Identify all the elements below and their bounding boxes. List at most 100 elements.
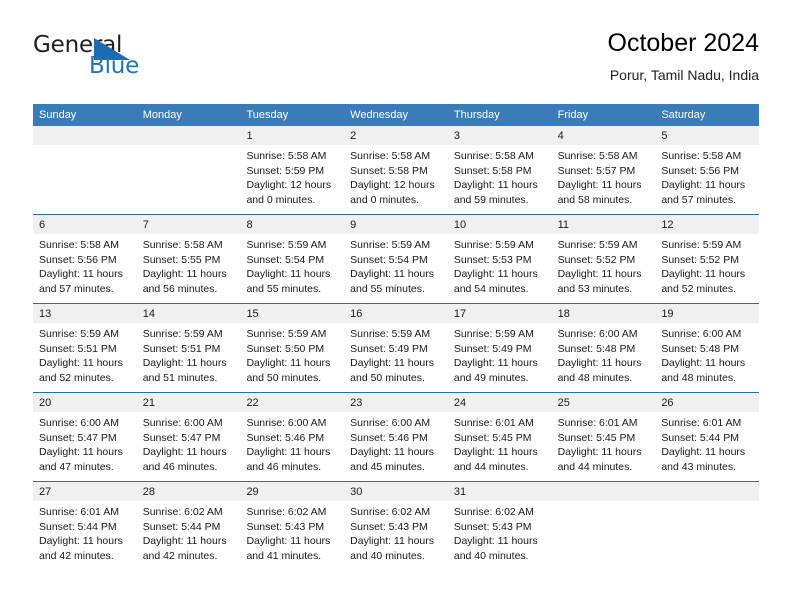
day-cell[interactable]: 6 Sunrise: 5:58 AM Sunset: 5:56 PM Daylight… [33, 215, 137, 303]
day-cell[interactable]: 1 Sunrise: 5:58 AM Sunset: 5:59 PM Daylight… [240, 126, 345, 214]
sunset-text: Sunset: 5:55 PM [142, 253, 221, 266]
day-number: 3 [453, 130, 460, 142]
daylight-1-text: Daylight: 11 hours [350, 446, 435, 459]
daylight-1-text: Daylight: 11 hours [453, 357, 538, 370]
sunrise-text: Sunrise: 6:01 AM [453, 417, 534, 429]
sunrise-text: Sunrise: 5:59 AM [661, 239, 742, 251]
day-cell[interactable]: 10 Sunrise: 5:59 AM Sunset: 5:53 PM Dayligh… [447, 215, 552, 303]
page-title: October 2024 [607, 29, 760, 57]
day-cell[interactable]: 18 Sunrise: 6:00 AM Sunset: 5:48 PM Dayligh… [551, 304, 656, 392]
day-cell[interactable]: 19 Sunrise: 6:00 AM Sunset: 5:48 PM Dayligh… [655, 304, 760, 392]
sunrise-text: Sunrise: 5:59 AM [557, 239, 638, 251]
daylight-2-text: and 50 minutes. [246, 371, 322, 384]
general-blue-logo[interactable]: General Blue [33, 32, 183, 88]
day-cell[interactable]: 2 Sunrise: 5:58 AM Sunset: 5:58 PM Daylight… [344, 126, 448, 214]
day-details: Sunrise: 5:58 AM Sunset: 5:55 PM Daylight:… [137, 234, 241, 296]
day-cell[interactable]: 7 Sunrise: 5:58 AM Sunset: 5:55 PM Daylight… [136, 215, 241, 303]
day-number-band: 13 [33, 304, 137, 323]
sunset-text: Sunset: 5:49 PM [350, 342, 428, 355]
daylight-2-text: and 51 minutes. [142, 371, 218, 384]
daylight-2-text: and 43 minutes. [661, 460, 737, 473]
day-number: 25 [557, 397, 570, 409]
day-cell[interactable]: 23 Sunrise: 6:00 AM Sunset: 5:46 PM Dayligh… [344, 393, 448, 481]
daylight-2-text: and 55 minutes. [246, 282, 322, 295]
daylight-1-text: Daylight: 11 hours [557, 179, 642, 192]
day-details: Sunrise: 5:59 AM Sunset: 5:51 PM Daylight:… [33, 323, 137, 385]
daylight-2-text: and 40 minutes. [453, 549, 529, 562]
day-number-band: 18 [551, 304, 656, 323]
day-number: 24 [453, 397, 467, 409]
daylight-1-text: Daylight: 11 hours [453, 535, 538, 548]
day-details: Sunrise: 6:01 AM Sunset: 5:45 PM Daylight:… [552, 412, 656, 474]
day-cell[interactable]: 28 Sunrise: 6:02 AM Sunset: 5:44 PM Dayligh… [136, 482, 241, 570]
day-number-band: 11 [551, 215, 656, 234]
day-cell[interactable]: 16 Sunrise: 5:59 AM Sunset: 5:49 PM Dayligh… [344, 304, 448, 392]
day-number: 27 [39, 486, 52, 498]
day-cell[interactable]: 12 Sunrise: 5:59 AM Sunset: 5:52 PM Dayligh… [655, 215, 760, 303]
daylight-1-text: Daylight: 11 hours [350, 268, 435, 281]
sunrise-text: Sunrise: 6:00 AM [246, 417, 327, 429]
day-cell[interactable]: 15 Sunrise: 5:59 AM Sunset: 5:50 PM Dayligh… [240, 304, 345, 392]
day-details: Sunrise: 6:00 AM Sunset: 5:48 PM Daylight:… [552, 323, 656, 385]
day-cell[interactable]: 31 Sunrise: 6:02 AM Sunset: 5:43 PM Dayligh… [447, 482, 552, 570]
sunrise-text: Sunrise: 6:01 AM [39, 506, 119, 518]
day-cell[interactable]: 11 Sunrise: 5:59 AM Sunset: 5:52 PM Dayligh… [551, 215, 656, 303]
week-row: 20 Sunrise: 6:00 AM Sunset: 5:47 PM Dayligh… [33, 392, 760, 481]
sunset-text: Sunset: 5:51 PM [39, 342, 117, 355]
day-details: Sunrise: 6:02 AM Sunset: 5:43 PM Daylight:… [240, 501, 344, 563]
day-cell[interactable]: 27 Sunrise: 6:01 AM Sunset: 5:44 PM Dayligh… [33, 482, 137, 570]
page-subtitle: Porur, Tamil Nadu, India [609, 67, 759, 83]
daylight-1-text: Daylight: 11 hours [39, 535, 123, 548]
day-details: Sunrise: 5:59 AM Sunset: 5:51 PM Daylight:… [137, 323, 241, 385]
day-number: 8 [246, 219, 253, 231]
sunrise-text: Sunrise: 5:58 AM [557, 150, 638, 162]
sunset-text: Sunset: 5:44 PM [661, 431, 739, 444]
day-cell[interactable]: 14 Sunrise: 5:59 AM Sunset: 5:51 PM Dayligh… [136, 304, 241, 392]
daylight-2-text: and 46 minutes. [142, 460, 218, 473]
day-number: 14 [142, 308, 155, 320]
day-cell[interactable]: 26 Sunrise: 6:01 AM Sunset: 5:44 PM Dayligh… [655, 393, 760, 481]
day-cell[interactable]: 21 Sunrise: 6:00 AM Sunset: 5:47 PM Dayligh… [136, 393, 241, 481]
daylight-1-text: Daylight: 11 hours [453, 179, 538, 192]
day-number-band: 16 [344, 304, 448, 323]
day-number: 23 [350, 397, 363, 409]
day-cell[interactable]: 5 Sunrise: 5:58 AM Sunset: 5:56 PM Daylight… [655, 126, 760, 214]
day-number: 13 [39, 308, 52, 320]
sunset-text: Sunset: 5:44 PM [39, 520, 117, 533]
day-number: 22 [246, 397, 259, 409]
day-cell[interactable]: 4 Sunrise: 5:58 AM Sunset: 5:57 PM Daylight… [551, 126, 656, 214]
sunrise-text: Sunrise: 5:58 AM [39, 239, 119, 251]
week-row: 6 Sunrise: 5:58 AM Sunset: 5:56 PM Daylight… [33, 214, 760, 303]
sunrise-text: Sunrise: 5:58 AM [453, 150, 534, 162]
day-cell[interactable]: 24 Sunrise: 6:01 AM Sunset: 5:45 PM Dayligh… [447, 393, 552, 481]
day-cell[interactable]: 8 Sunrise: 5:59 AM Sunset: 5:54 PM Daylight… [240, 215, 345, 303]
day-details: Sunrise: 5:59 AM Sunset: 5:49 PM Daylight:… [448, 323, 552, 385]
day-cell[interactable]: 29 Sunrise: 6:02 AM Sunset: 5:43 PM Dayligh… [240, 482, 345, 570]
day-cell[interactable]: 9 Sunrise: 5:59 AM Sunset: 5:54 PM Daylight… [344, 215, 448, 303]
sunrise-text: Sunrise: 6:01 AM [557, 417, 638, 429]
day-cell[interactable]: 25 Sunrise: 6:01 AM Sunset: 5:45 PM Dayligh… [551, 393, 656, 481]
sunrise-text: Sunrise: 6:00 AM [557, 328, 638, 340]
calendar-grid: Sunday Monday Tuesday Wednesday Thursday Frid… [33, 104, 760, 570]
day-details: Sunrise: 6:02 AM Sunset: 5:43 PM Daylight:… [344, 501, 448, 563]
day-number-band [655, 482, 760, 501]
sunrise-text: Sunrise: 6:01 AM [661, 417, 742, 429]
day-number-band: 7 [136, 215, 241, 234]
day-cell[interactable]: 30 Sunrise: 6:02 AM Sunset: 5:43 PM Dayligh… [344, 482, 448, 570]
daylight-1-text: Daylight: 11 hours [246, 268, 331, 281]
day-cell[interactable]: 20 Sunrise: 6:00 AM Sunset: 5:47 PM Dayligh… [33, 393, 137, 481]
day-cell[interactable]: 22 Sunrise: 6:00 AM Sunset: 5:46 PM Dayligh… [240, 393, 345, 481]
day-cell[interactable]: 13 Sunrise: 5:59 AM Sunset: 5:51 PM Dayligh… [33, 304, 137, 392]
sunrise-text: Sunrise: 5:58 AM [246, 150, 327, 162]
day-cell[interactable]: 17 Sunrise: 5:59 AM Sunset: 5:49 PM Dayligh… [447, 304, 552, 392]
daylight-2-text: and 42 minutes. [39, 549, 114, 562]
sunrise-text: Sunrise: 6:02 AM [142, 506, 223, 518]
daylight-1-text: Daylight: 11 hours [453, 268, 538, 281]
day-cell[interactable]: 3 Sunrise: 5:58 AM Sunset: 5:58 PM Daylight… [447, 126, 552, 214]
week-row: 1 Sunrise: 5:58 AM Sunset: 5:59 PM Daylight… [33, 126, 760, 214]
day-details: Sunrise: 5:58 AM Sunset: 5:58 PM Daylight:… [344, 145, 448, 207]
sunset-text: Sunset: 5:47 PM [142, 431, 221, 444]
sunset-text: Sunset: 5:54 PM [246, 253, 325, 266]
weekday-header-monday: Monday [142, 109, 182, 121]
daylight-2-text: and 40 minutes. [350, 549, 425, 562]
